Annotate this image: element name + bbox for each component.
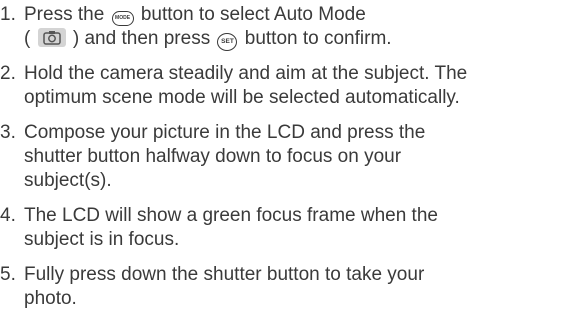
step-line: subject(s). xyxy=(24,170,112,191)
step-number: 3. xyxy=(0,122,16,143)
mode-button-icon: MODE xyxy=(111,11,134,26)
step-text: button to select Auto Mode xyxy=(135,4,366,25)
step-4: 4. The LCD will show a green focus frame… xyxy=(0,204,566,252)
step-text: ) and then press xyxy=(67,28,216,49)
step-line: subject is in focus. xyxy=(24,229,180,250)
step-line: shutter button halfway down to focus on … xyxy=(24,146,402,167)
step-line: Hold the camera steadily and aim at the … xyxy=(24,63,468,84)
step-number: 2. xyxy=(0,63,16,84)
step-text: Press the xyxy=(24,4,110,25)
instruction-list: 1. Press the MODE button to select Auto … xyxy=(0,3,566,322)
set-button-icon: SET xyxy=(217,33,238,51)
step-line: optimum scene mode will be selected auto… xyxy=(24,87,460,108)
step-line: ( ) and then press SET button to confirm… xyxy=(24,27,566,51)
step-text: button to confirm. xyxy=(239,28,392,49)
step-2: 2. Hold the camera steadily and aim at t… xyxy=(0,62,566,110)
step-line: Fully press down the shutter button to t… xyxy=(24,264,425,285)
step-line: Press the MODE button to select Auto Mod… xyxy=(24,3,566,27)
step-1: 1. Press the MODE button to select Auto … xyxy=(0,3,566,51)
step-line: photo. xyxy=(24,288,77,309)
step-line: Compose your picture in the LCD and pres… xyxy=(24,122,426,143)
camera-auto-mode-icon xyxy=(37,28,66,47)
step-number: 1. xyxy=(0,4,16,25)
step-line: The LCD will show a green focus frame wh… xyxy=(24,205,438,226)
step-number: 4. xyxy=(0,205,16,226)
step-text: ( xyxy=(24,28,36,49)
step-5: 5. Fully press down the shutter button t… xyxy=(0,263,566,311)
step-number: 5. xyxy=(0,264,16,285)
step-3: 3. Compose your picture in the LCD and p… xyxy=(0,121,566,193)
